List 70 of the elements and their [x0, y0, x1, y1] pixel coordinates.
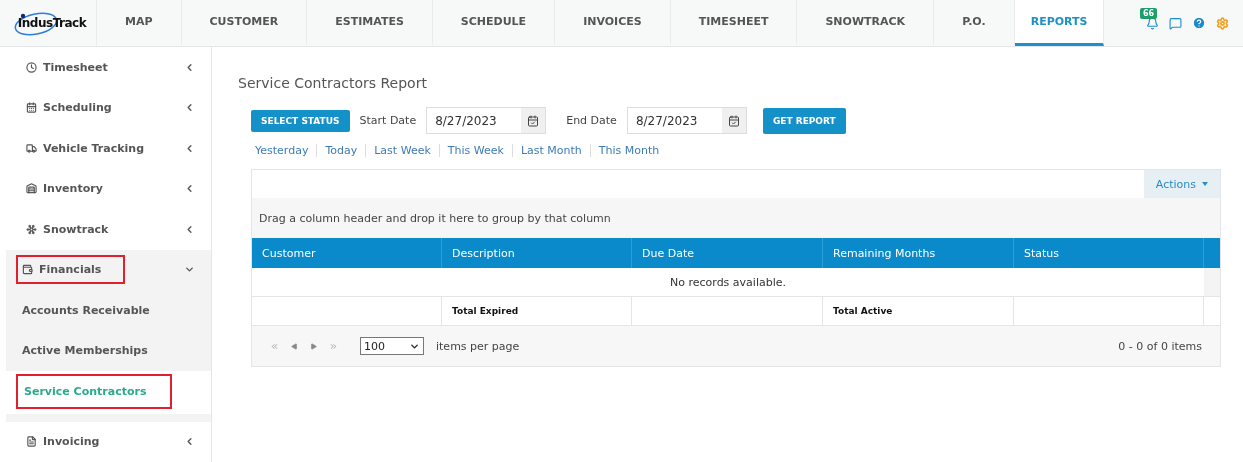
nav-tab[interactable]: MAP: [97, 0, 182, 46]
date-range-link[interactable]: Last Month: [511, 144, 590, 157]
last-page-icon[interactable]: [329, 341, 338, 351]
nav-tab[interactable]: SNOWTRACK: [797, 0, 935, 46]
submenu-item[interactable]: Active Memberships: [6, 330, 211, 372]
sidebar-item-label: Invoicing: [43, 435, 100, 449]
sidebar-item[interactable]: Invoicing: [6, 421, 211, 462]
sidebar-item[interactable]: Snowtrack: [6, 209, 211, 250]
nav-tab[interactable]: REPORTS: [1014, 0, 1105, 46]
menu-item-icon: [26, 183, 37, 195]
menu-item-icon: [26, 223, 37, 235]
page-size-label: items per page: [436, 339, 520, 353]
sidebar-item-label: Timesheet: [43, 60, 108, 74]
bell-icon[interactable]: [1146, 16, 1159, 30]
column-header[interactable]: Due Date: [632, 238, 823, 268]
sidebar-item[interactable]: Scheduling: [6, 87, 211, 129]
first-page-icon[interactable]: [270, 341, 279, 351]
date-range-link[interactable]: Today: [316, 144, 366, 157]
menu-item-icon: [26, 102, 37, 114]
end-date-label: End Date: [566, 114, 617, 127]
nav-tab[interactable]: ESTIMATES: [307, 0, 433, 46]
sidebar-item[interactable]: Financials: [6, 249, 211, 291]
date-range-link[interactable]: Last Week: [365, 144, 439, 157]
calendar-icon[interactable]: [527, 114, 540, 127]
sidebar-item-label: Scheduling: [43, 101, 112, 115]
menu-item-icon: [26, 142, 37, 154]
sidebar-item[interactable]: Vehicle Tracking: [6, 128, 211, 169]
settings-icon[interactable]: [1216, 16, 1229, 30]
group-hint: Drag a column header and drop it here to group by that column: [252, 198, 1220, 238]
select-status-button[interactable]: SELECT STATUS: [251, 109, 350, 132]
column-header[interactable]: Customer: [252, 238, 442, 268]
get-report-button[interactable]: GET REPORT: [762, 107, 846, 134]
next-page-icon[interactable]: [310, 342, 317, 350]
column-header[interactable]: Description: [442, 238, 632, 268]
menu-item-icon: [26, 61, 37, 73]
end-date-field[interactable]: 8/27/2023: [626, 107, 747, 134]
caret-icon: [1202, 182, 1208, 186]
column-header[interactable]: Status: [1014, 238, 1204, 268]
footer-total: Total Active: [833, 306, 893, 316]
nav-tab[interactable]: P.O.: [934, 0, 1015, 46]
sidebar-item-label: Vehicle Tracking: [43, 141, 144, 155]
help-icon[interactable]: [1192, 16, 1206, 30]
sidebar-item[interactable]: Timesheet: [6, 47, 211, 88]
pager-info: 0 - 0 of 0 items: [1118, 339, 1202, 353]
nav-tab[interactable]: CUSTOMER: [181, 0, 308, 46]
notification-badge: 66: [1140, 7, 1158, 19]
calendar-icon[interactable]: [727, 114, 740, 127]
sidebar-item-label: Snowtrack: [43, 222, 109, 236]
date-range-link[interactable]: This Week: [438, 144, 512, 157]
column-header[interactable]: Remaining Months: [823, 238, 1014, 268]
previous-page-icon[interactable]: [291, 342, 298, 350]
sidebar-item[interactable]: Inventory: [6, 168, 211, 210]
page-title: Service Contractors Report: [238, 75, 428, 91]
date-range-link[interactable]: This Month: [589, 144, 668, 157]
start-date-field[interactable]: 8/27/2023: [426, 107, 547, 134]
date-range-link[interactable]: Yesterday: [247, 144, 317, 157]
footer-total: Total Expired: [452, 306, 519, 316]
nav-tab[interactable]: SCHEDULE: [432, 0, 556, 46]
nav-tab[interactable]: INVOICES: [555, 0, 671, 46]
sidebar-item-label: Inventory: [43, 182, 103, 196]
page-size-select[interactable]: 100: [360, 337, 424, 355]
nav-tab[interactable]: TIMESHEET: [670, 0, 798, 46]
scrollbar[interactable]: [1204, 268, 1220, 296]
sidebar-item-label: Financials: [39, 263, 102, 277]
menu-item-icon: [22, 264, 33, 276]
submenu-item[interactable]: Accounts Receivable: [6, 290, 211, 331]
chat-icon[interactable]: [1169, 16, 1182, 30]
empty-message: No records available.: [669, 274, 787, 291]
start-date-label: Start Date: [359, 114, 417, 127]
menu-item-icon: [26, 436, 37, 448]
